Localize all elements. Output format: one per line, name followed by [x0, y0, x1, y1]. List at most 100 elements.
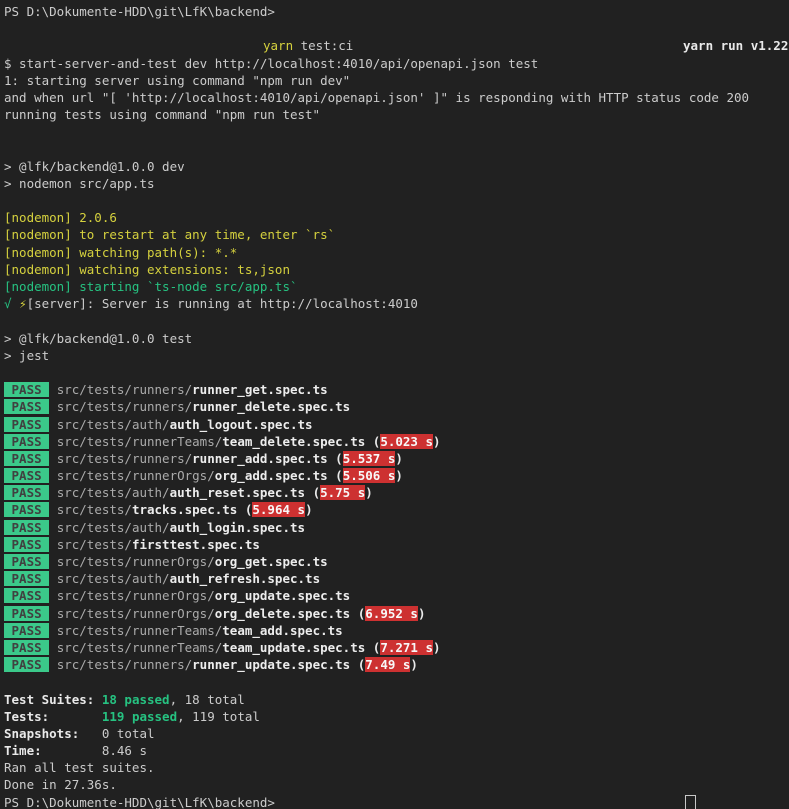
pass-badge: PASS — [4, 537, 49, 552]
text-segment — [49, 554, 57, 569]
test-file: tracks.spec.ts — [132, 502, 237, 517]
test-result-row: PASS src/tests/runners/runner_get.spec.t… — [4, 381, 789, 398]
test-time: 6.952 s — [365, 606, 418, 621]
text-segment — [49, 520, 57, 535]
pass-badge: PASS — [4, 399, 49, 414]
done-line: Done in 27.36s. — [4, 776, 789, 793]
lightning-icon: ⚡ — [19, 296, 27, 311]
nodemon-text: [nodemon] watching extensions: ts,json — [4, 262, 290, 277]
summary-snapshots-line: Snapshots: 0 total — [4, 725, 789, 742]
summary-time-line: Time: 8.46 s — [4, 742, 789, 759]
text-segment — [49, 382, 57, 397]
summary-label: Time: — [4, 743, 102, 758]
command-line: $ start-server-and-test dev http://local… — [4, 55, 789, 72]
test-result-row: PASS src/tests/runnerOrgs/org_delete.spe… — [4, 605, 789, 622]
test-path: src/tests/auth/ — [57, 571, 170, 586]
npm-script-line: > @lfk/backend@1.0.0 test — [4, 330, 789, 347]
test-result-row: PASS src/tests/runnerTeams/team_add.spec… — [4, 622, 789, 639]
test-file: runner_delete.spec.ts — [192, 399, 350, 414]
blank-line — [4, 141, 789, 158]
text-segment: ( — [328, 451, 343, 466]
pass-badge: PASS — [4, 571, 49, 586]
time-value: 8.46 s — [102, 743, 147, 758]
text-segment: ( — [237, 502, 252, 517]
total-count: , 18 total — [170, 692, 245, 707]
text-segment — [49, 623, 57, 638]
text-segment: ) — [433, 434, 441, 449]
pass-badge: PASS — [4, 434, 49, 449]
text-segment: ( — [365, 640, 380, 655]
blank-line — [4, 364, 789, 381]
text-segment — [49, 468, 57, 483]
test-file: org_get.spec.ts — [215, 554, 328, 569]
test-file: team_update.spec.ts — [222, 640, 365, 655]
test-result-row: PASS src/tests/runnerTeams/team_delete.s… — [4, 433, 789, 450]
test-result-row: PASS src/tests/auth/auth_login.spec.ts — [4, 519, 789, 536]
output-text: > jest — [4, 348, 49, 363]
text-segment: ( — [305, 485, 320, 500]
pass-badge: PASS — [4, 451, 49, 466]
test-time: 5.506 s — [343, 468, 396, 483]
nodemon-line: [nodemon] to restart at any time, enter … — [4, 226, 789, 243]
test-result-row: PASS src/tests/firsttest.spec.ts — [4, 536, 789, 553]
sst-output-line: and when url "[ 'http://localhost:4010/a… — [4, 89, 789, 106]
pass-badge: PASS — [4, 640, 49, 655]
pass-badge: PASS — [4, 623, 49, 638]
task-header-line: yarn test:ciyarn run v1.22.1 — [4, 37, 789, 54]
test-path: src/tests/ — [57, 502, 132, 517]
test-path: src/tests/auth/ — [57, 520, 170, 535]
test-path: src/tests/runners/ — [57, 657, 192, 672]
test-result-row: PASS src/tests/runnerTeams/team_update.s… — [4, 639, 789, 656]
blank-line — [4, 20, 789, 37]
nodemon-line: [nodemon] 2.0.6 — [4, 209, 789, 226]
text-segment: ) — [433, 640, 441, 655]
test-path: src/tests/runnerOrgs/ — [57, 468, 215, 483]
test-path: src/tests/runnerTeams/ — [57, 434, 223, 449]
pass-badge: PASS — [4, 657, 49, 672]
test-path: src/tests/runners/ — [57, 399, 192, 414]
test-path: src/tests/ — [57, 537, 132, 552]
pass-badge: PASS — [4, 554, 49, 569]
text-segment — [49, 417, 57, 432]
test-result-row: PASS src/tests/auth/auth_reset.spec.ts (… — [4, 484, 789, 501]
text-segment: ) — [410, 657, 418, 672]
output-text: Ran all test suites. — [4, 760, 155, 775]
text-segment — [49, 657, 57, 672]
prompt-line: PS D:\Dokumente-HDD\git\LfK\backend> — [4, 3, 789, 20]
blank-line — [4, 312, 789, 329]
check-icon: √ — [4, 296, 19, 311]
test-file: auth_login.spec.ts — [170, 520, 305, 535]
yarn-version: yarn run v1.22.1 — [683, 37, 789, 54]
summary-label: Tests: — [4, 709, 102, 724]
test-path: src/tests/auth/ — [57, 485, 170, 500]
test-path: src/tests/auth/ — [57, 417, 170, 432]
test-file: team_add.spec.ts — [222, 623, 342, 638]
text-segment — [49, 588, 57, 603]
output-text: > nodemon src/app.ts — [4, 176, 155, 191]
npm-script-line: > @lfk/backend@1.0.0 dev — [4, 158, 789, 175]
test-path: src/tests/runnerOrgs/ — [57, 606, 215, 621]
text-segment: ) — [395, 451, 403, 466]
output-text: > @lfk/backend@1.0.0 dev — [4, 159, 185, 174]
output-text: and when url "[ 'http://localhost:4010/a… — [4, 90, 749, 105]
test-result-row: PASS src/tests/auth/auth_logout.spec.ts — [4, 416, 789, 433]
text-segment — [49, 485, 57, 500]
prompt-text: PS D:\Dokumente-HDD\git\LfK\backend> — [4, 4, 275, 19]
server-status-text: [server]: Server is running at http://lo… — [27, 296, 418, 311]
test-file: org_add.spec.ts — [215, 468, 328, 483]
terminal[interactable]: PS D:\Dokumente-HDD\git\LfK\backend> yarn… — [0, 0, 789, 809]
text-segment — [49, 399, 57, 414]
text-segment — [49, 640, 57, 655]
passed-count: 119 passed — [102, 709, 177, 724]
test-path: src/tests/runnerTeams/ — [57, 640, 223, 655]
blank-line — [4, 123, 789, 140]
test-file: org_delete.spec.ts — [215, 606, 350, 621]
output-text: Done in 27.36s. — [4, 777, 117, 792]
blank-line — [4, 673, 789, 690]
nodemon-text: [nodemon] watching path(s): *.* — [4, 245, 237, 260]
test-path: src/tests/runnerOrgs/ — [57, 554, 215, 569]
test-result-row: PASS src/tests/runnerOrgs/org_update.spe… — [4, 587, 789, 604]
prompt-line: PS D:\Dokumente-HDD\git\LfK\backend> — [4, 794, 789, 809]
test-file: team_delete.spec.ts — [222, 434, 365, 449]
text-segment — [49, 502, 57, 517]
